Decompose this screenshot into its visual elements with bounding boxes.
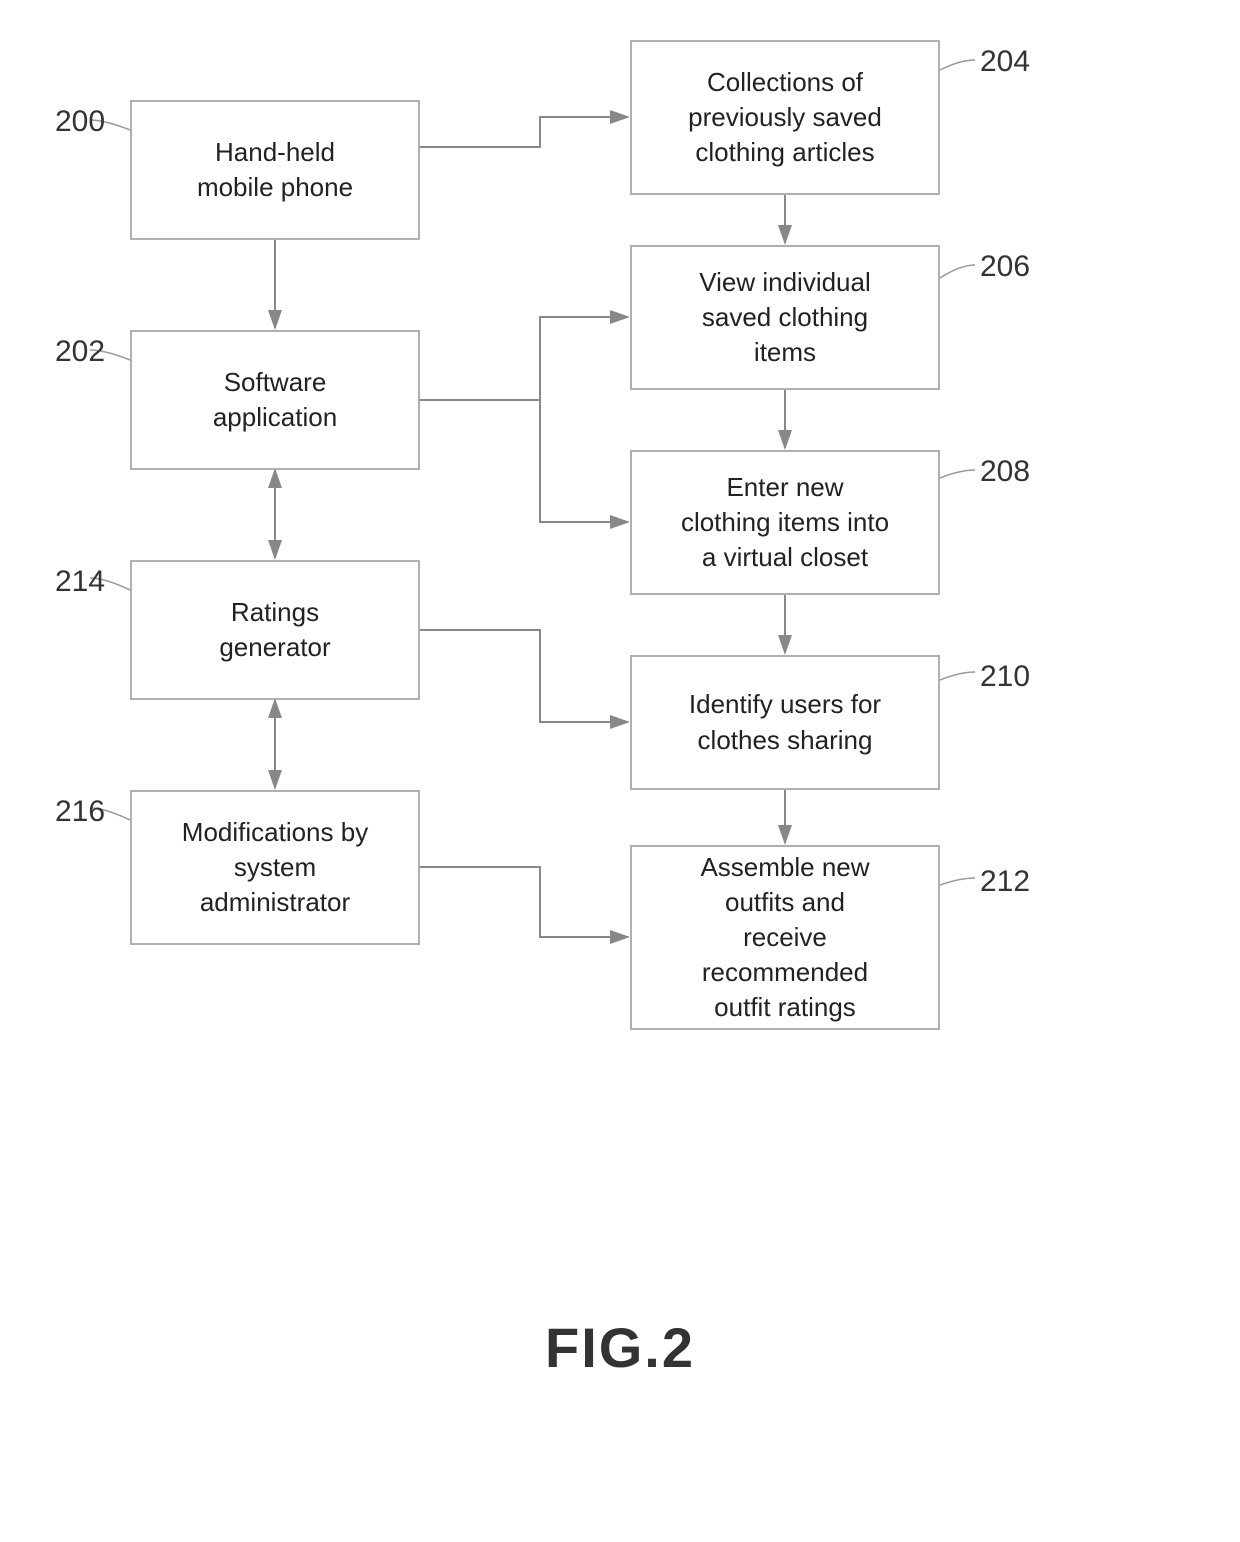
ref-214: 214 — [55, 565, 105, 599]
box-handheld-mobile-phone: Hand-heldmobile phone — [130, 100, 420, 240]
ref-206: 206 — [980, 250, 1030, 284]
ref-200: 200 — [55, 105, 105, 139]
box-assemble-outfits: Assemble newoutfits andreceiverecommende… — [630, 845, 940, 1030]
box-ratings-generator: Ratingsgenerator — [130, 560, 420, 700]
ref-212: 212 — [980, 865, 1030, 899]
box-software-application: Softwareapplication — [130, 330, 420, 470]
ref-204: 204 — [980, 45, 1030, 79]
box-identify-users-sharing: Identify users forclothes sharing — [630, 655, 940, 790]
diagram: Hand-heldmobile phone Softwareapplicatio… — [0, 0, 1240, 1440]
ref-216: 216 — [55, 795, 105, 829]
box-enter-new-clothing: Enter newclothing items intoa virtual cl… — [630, 450, 940, 595]
ref-202: 202 — [55, 335, 105, 369]
ref-208: 208 — [980, 455, 1030, 489]
box-modifications-admin: Modifications bysystemadministrator — [130, 790, 420, 945]
box-view-individual-saved: View individualsaved clothingitems — [630, 245, 940, 390]
box-collections-saved-clothing: Collections ofpreviously savedclothing a… — [630, 40, 940, 195]
figure-label: FIG.2 — [545, 1315, 695, 1380]
ref-210: 210 — [980, 660, 1030, 694]
